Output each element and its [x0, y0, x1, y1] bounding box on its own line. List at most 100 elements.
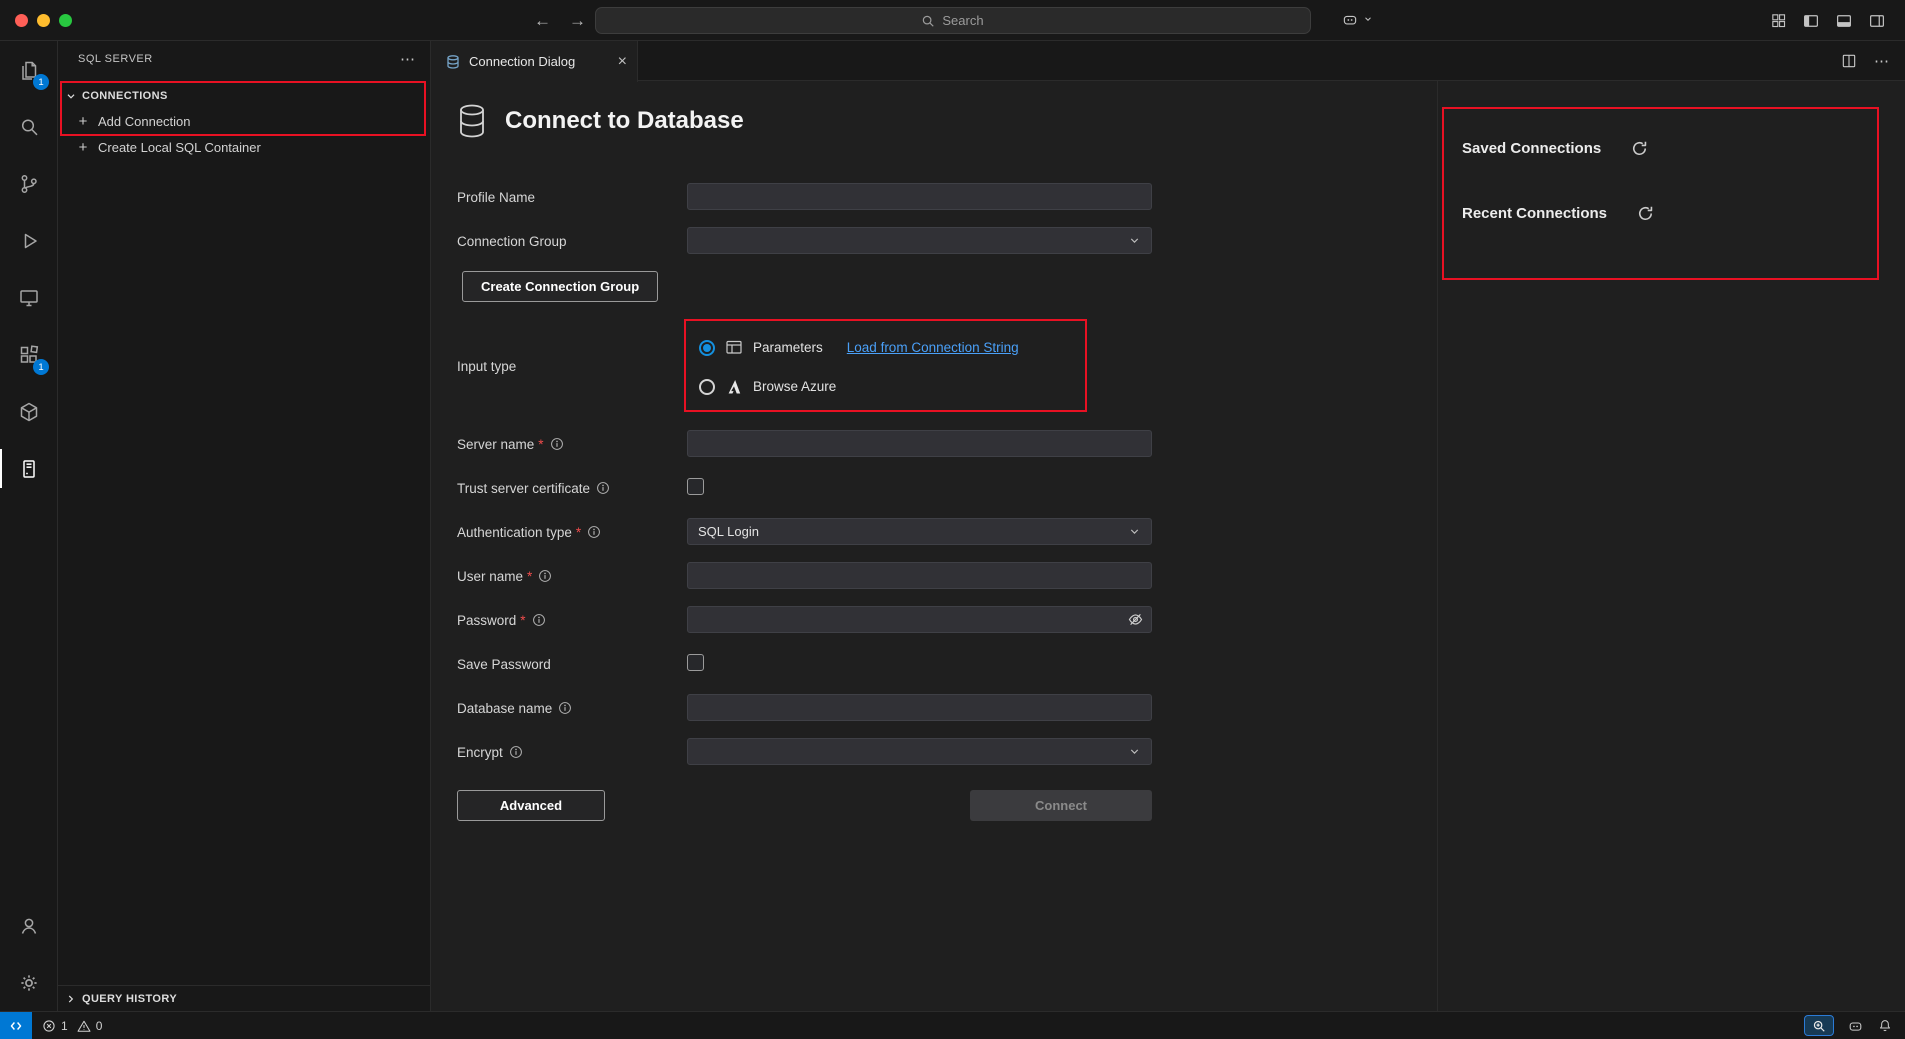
info-icon[interactable] — [550, 437, 564, 451]
label-text: Trust server certificate — [457, 481, 590, 496]
refresh-recent-connections-button[interactable] — [1637, 205, 1654, 222]
editor-more-actions-icon[interactable]: ⋯ — [1874, 52, 1890, 70]
toggle-password-visibility-button[interactable] — [1127, 611, 1144, 628]
browse-azure-radio[interactable] — [699, 379, 715, 395]
toggle-secondary-sidebar-icon[interactable] — [1868, 12, 1886, 30]
saved-connections-title: Saved Connections — [1462, 140, 1601, 157]
toggle-primary-sidebar-icon[interactable] — [1802, 12, 1820, 30]
connections-section-header[interactable]: CONNECTIONS — [58, 83, 430, 108]
password-input[interactable] — [687, 606, 1152, 633]
authentication-type-select[interactable]: SQL Login — [687, 518, 1152, 545]
save-password-checkbox[interactable] — [687, 654, 704, 671]
parameters-radio[interactable] — [699, 340, 715, 356]
info-icon[interactable] — [532, 613, 546, 627]
activity-explorer-button[interactable]: 1 — [0, 41, 57, 98]
info-icon[interactable] — [509, 745, 523, 759]
query-history-label: QUERY HISTORY — [82, 993, 177, 1005]
create-local-sql-container-item[interactable]: + Create Local SQL Container — [58, 134, 430, 160]
recent-connections-row: Recent Connections — [1462, 205, 1905, 222]
connection-group-select[interactable] — [687, 227, 1152, 254]
notifications-bell-button[interactable] — [1877, 1018, 1893, 1034]
parameters-radio-row: Parameters Load from Connection String — [699, 334, 1152, 361]
command-center-search[interactable]: Search — [595, 7, 1311, 34]
settings-button[interactable] — [0, 954, 57, 1011]
source-control-icon — [17, 172, 41, 196]
profile-name-input[interactable] — [687, 183, 1152, 210]
copilot-status-button[interactable] — [1847, 1017, 1864, 1034]
activity-source-control-button[interactable] — [0, 155, 57, 212]
chevron-down-icon — [1128, 745, 1141, 758]
info-icon[interactable] — [558, 701, 572, 715]
toggle-panel-icon[interactable] — [1835, 12, 1853, 30]
encrypt-select[interactable] — [687, 738, 1152, 765]
close-window-button[interactable] — [15, 14, 28, 27]
remote-indicator-button[interactable] — [0, 1012, 32, 1039]
maximize-window-button[interactable] — [59, 14, 72, 27]
activity-run-debug-button[interactable] — [0, 212, 57, 269]
editor-tab-bar: Connection Dialog × ⋯ — [431, 41, 1905, 81]
explorer-badge: 1 — [33, 74, 49, 90]
activity-remote-explorer-button[interactable] — [0, 269, 57, 326]
copilot-menu[interactable] — [1341, 10, 1373, 28]
label-text: User name — [457, 569, 523, 584]
parameters-option-label[interactable]: Parameters — [753, 340, 823, 355]
create-connection-group-button[interactable]: Create Connection Group — [462, 271, 658, 302]
info-icon[interactable] — [587, 525, 601, 539]
server-name-input[interactable] — [687, 430, 1152, 457]
split-editor-icon[interactable] — [1841, 53, 1857, 69]
activity-search-button[interactable] — [0, 98, 57, 155]
form-buttons-row: Advanced Connect — [457, 790, 1152, 821]
browse-azure-option-label[interactable]: Browse Azure — [753, 379, 836, 394]
add-connection-item[interactable]: + Add Connection — [58, 108, 430, 134]
load-from-connection-string-link[interactable]: Load from Connection String — [847, 340, 1019, 355]
sidebar-title: SQL SERVER — [78, 53, 153, 65]
customize-layout-icon[interactable] — [1770, 12, 1787, 29]
connections-side-panel: Saved Connections Recent Connections — [1437, 81, 1905, 1011]
eye-off-icon — [1127, 611, 1144, 628]
database-name-input[interactable] — [687, 694, 1152, 721]
sidebar-more-actions-icon[interactable]: ⋯ — [400, 50, 416, 68]
advanced-button[interactable]: Advanced — [457, 790, 605, 821]
connection-group-row: Connection Group — [457, 227, 1152, 254]
user-name-row: User name * — [457, 562, 1152, 589]
connect-button[interactable]: Connect — [970, 790, 1152, 821]
label-text: Authentication type — [457, 525, 572, 540]
database-name-label: Database name — [457, 694, 687, 721]
copilot-icon — [1847, 1017, 1864, 1034]
search-placeholder: Search — [942, 13, 983, 28]
activity-extensions-button[interactable]: 1 — [0, 326, 57, 383]
remote-icon — [9, 1019, 23, 1033]
server-name-label: Server name * — [457, 430, 687, 457]
password-label: Password * — [457, 606, 687, 633]
label-text: Password — [457, 613, 516, 628]
status-bar-right — [1804, 1015, 1905, 1036]
trust-server-certificate-checkbox[interactable] — [687, 478, 704, 495]
back-button[interactable]: ← — [534, 11, 551, 31]
info-icon[interactable] — [596, 481, 610, 495]
refresh-saved-connections-button[interactable] — [1631, 140, 1648, 157]
input-type-group: Parameters Load from Connection String B… — [687, 332, 1152, 400]
server-name-row: Server name * — [457, 430, 1152, 457]
add-connection-label: Add Connection — [98, 114, 191, 129]
label-text: Server name — [457, 437, 534, 452]
account-icon — [17, 914, 41, 938]
close-tab-icon[interactable]: × — [618, 54, 627, 70]
encrypt-row: Encrypt — [457, 738, 1152, 765]
account-button[interactable] — [0, 897, 57, 954]
activity-sql-server-button[interactable] — [0, 440, 57, 497]
forward-button[interactable]: → — [569, 11, 586, 31]
zoom-indicator-button[interactable] — [1804, 1015, 1834, 1036]
label-text: Database name — [457, 701, 552, 716]
problems-indicator[interactable]: 1 0 — [42, 1019, 106, 1033]
user-name-input[interactable] — [687, 562, 1152, 589]
authentication-type-row: Authentication type * SQL Login — [457, 518, 1152, 545]
query-history-section-header[interactable]: QUERY HISTORY — [58, 985, 430, 1011]
recent-connections-title: Recent Connections — [1462, 205, 1607, 222]
minimize-window-button[interactable] — [37, 14, 50, 27]
info-icon[interactable] — [538, 569, 552, 583]
save-password-label: Save Password — [457, 650, 687, 677]
profile-name-row: Profile Name — [457, 183, 1152, 210]
encrypt-label: Encrypt — [457, 738, 687, 765]
tab-connection-dialog[interactable]: Connection Dialog × — [431, 41, 638, 82]
activity-containers-button[interactable] — [0, 383, 57, 440]
